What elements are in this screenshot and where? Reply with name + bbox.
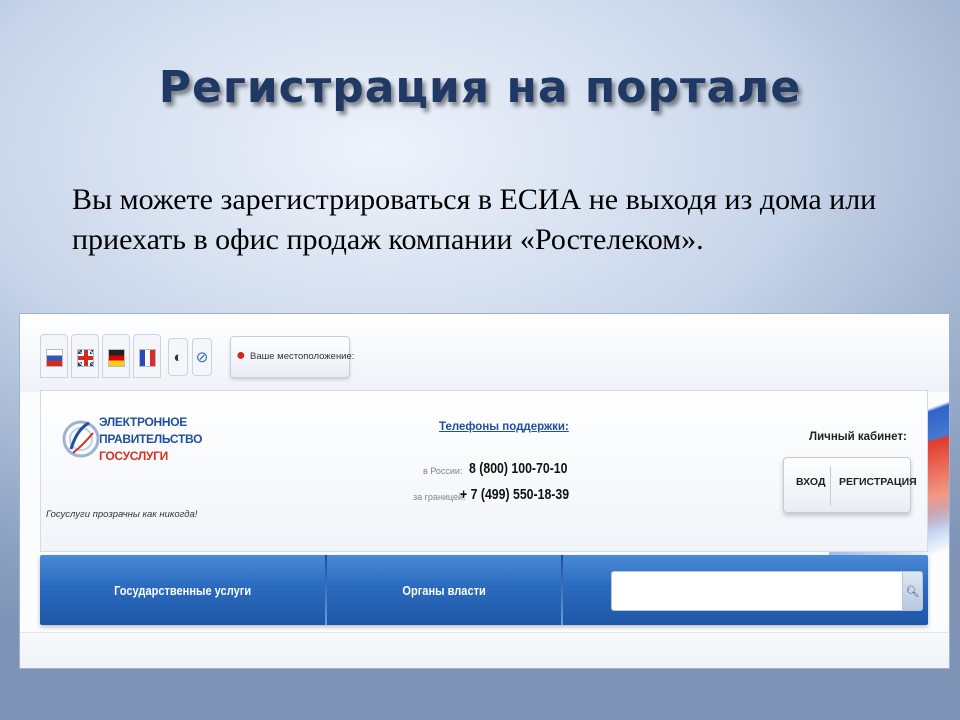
phone-russia-label: в России: [423,466,463,476]
language-tab-russian[interactable] [40,334,68,378]
phone-abroad-number: + 7 (499) 550-18-39 [460,486,570,503]
logo-slogan: Госуслуги прозрачны как никогда! [46,509,198,520]
location-pin-icon: ● [236,347,246,364]
contrast-icon: ◐ [173,348,183,366]
location-label: Ваше местоположение: [250,351,355,362]
slide-title: Регистрация на портале [158,62,802,113]
portal-screenshot: ◐ ⊘ ● Ваше местоположение: ЭЛЕКТРОННОЕ П… [19,313,950,669]
location-selector[interactable]: ● Ваше местоположение: [230,336,354,378]
cabinet-divider [830,466,831,506]
language-tab-french[interactable] [133,334,161,378]
german-flag-icon [108,349,125,367]
logo-line-2: ПРАВИТЕЛЬСТВО [99,432,203,446]
main-nav-bar: Государственные услуги Органы власти 🔍︎ [40,555,928,625]
search-icon: 🔍︎ [905,585,920,598]
register-button[interactable]: РЕГИСТРАЦИЯ [839,476,917,488]
nav-item-authorities[interactable]: Органы власти [327,555,561,625]
compass-toggle[interactable]: ⊘ [192,338,212,376]
logo-line-1: ЭЛЕКТРОННОЕ [99,415,188,429]
gosuslugi-emblem-icon [62,420,99,458]
nav-item-label: Государственные услуги [113,582,252,598]
bottom-strip [20,632,949,668]
phone-russia-number: 8 (800) 100-70-10 [469,460,568,477]
support-phones-link[interactable]: Телефоны поддержки: [439,421,569,433]
slide-body-text: Вы можете зарегистрироваться в ЕСИА не в… [72,183,877,256]
language-tab-german[interactable] [102,334,130,378]
personal-cabinet-label: Личный кабинет: [809,431,907,443]
logo-line-3: ГОСУСЛУГИ [99,449,168,463]
cabinet-buttons: ВХОД РЕГИСТРАЦИЯ [783,457,917,513]
search-input[interactable] [611,571,903,611]
login-button[interactable]: ВХОД [796,476,825,488]
nav-item-label: Органы власти [402,582,486,598]
french-flag-icon [139,349,156,367]
nav-item-gov-services[interactable]: Государственные услуги [40,555,325,625]
russian-flag-icon [46,349,63,367]
phone-abroad-label: за границей: [413,492,466,502]
language-tab-english[interactable] [71,334,99,378]
nav-divider [561,555,563,625]
compass-icon: ⊘ [195,349,209,366]
portal-header: ЭЛЕКТРОННОЕ ПРАВИТЕЛЬСТВО ГОСУСЛУГИ Госу… [40,390,928,552]
contrast-toggle[interactable]: ◐ [168,338,188,376]
english-flag-icon [77,349,94,367]
search-button[interactable]: 🔍︎ [903,571,923,611]
